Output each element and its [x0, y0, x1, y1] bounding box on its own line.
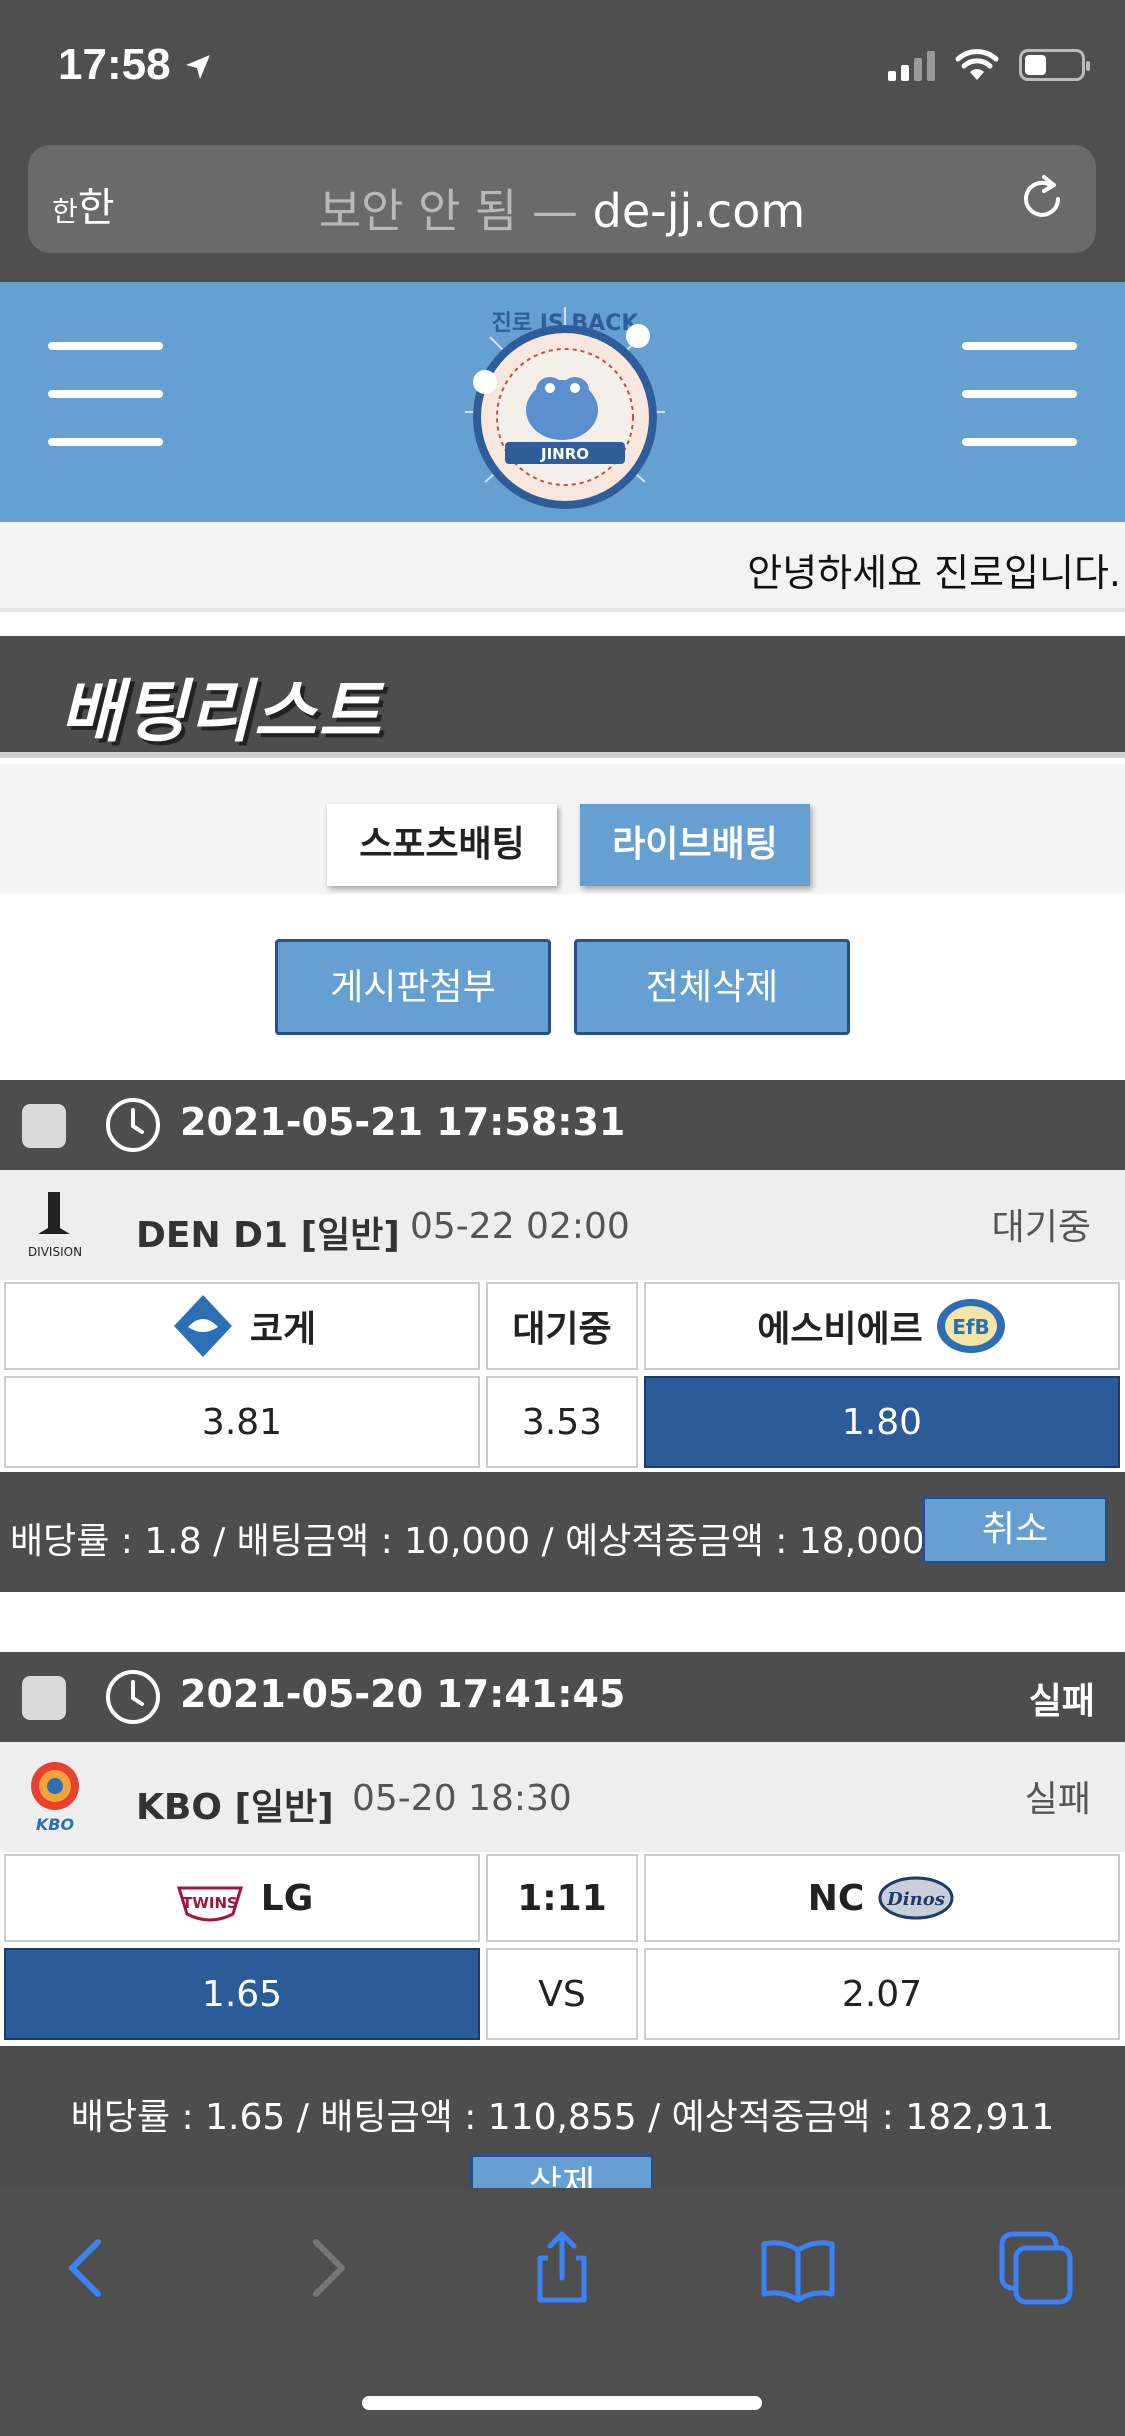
status-bar: 17:58 — [0, 0, 1125, 135]
page-title: 배팅리스트 — [60, 673, 383, 752]
bet-card-header: 2021-05-20 17:41:45 실패 — [0, 1652, 1125, 1742]
away-odds-button[interactable]: 2.07 — [644, 1948, 1120, 2040]
match-status-cell: 대기중 — [486, 1282, 638, 1370]
forward-icon — [313, 2239, 345, 2297]
delete-all-button[interactable]: 전체삭제 — [574, 939, 850, 1035]
home-odds-button[interactable]: 1.65 — [4, 1948, 480, 2040]
away-logo-text: EfB — [952, 1315, 990, 1339]
clock-time: 17:58 — [58, 40, 171, 89]
bet-datetime: 2021-05-20 17:41:45 — [180, 1672, 626, 1716]
clock-icon — [106, 1670, 160, 1724]
nc-dinos-logo-icon: Dinos — [878, 1876, 954, 1920]
battery-icon — [1019, 49, 1090, 81]
tab-sports-betting[interactable]: 스포츠배팅 — [327, 804, 557, 886]
bet-datetime: 2021-05-21 17:58:31 — [180, 1100, 626, 1144]
kbo-league-logo: KBO — [20, 1756, 90, 1836]
bet-type-tabs: 스포츠배팅 라이브배팅 — [0, 764, 1125, 894]
location-arrow-icon — [185, 55, 210, 80]
menu-right-icon[interactable] — [962, 342, 1077, 452]
status-indicators — [888, 48, 1090, 82]
away-team-cell: 에스비에르 EfB — [644, 1282, 1120, 1370]
league-name: DEN D1 [일반] — [136, 1206, 400, 1258]
league-label: DEN D1 — [136, 1215, 289, 1256]
lg-twins-logo-icon: TWINS — [176, 1886, 243, 1922]
bet-summary-row: 배당률 : 1.65 / 배팅금액 : 110,855 / 예상적중금액 : 1… — [0, 2046, 1125, 2188]
tabs-icon[interactable] — [996, 2228, 1076, 2308]
division-league-logo: DIVISION — [20, 1184, 90, 1264]
game-status: 실패 — [1024, 1779, 1091, 1820]
bet-summary-text: 배당률 : 1.65 / 배팅금액 : 110,855 / 예상적중금액 : 1… — [70, 2097, 1055, 2138]
url-display[interactable]: 보안 안 됨 — de-jj.com — [28, 175, 1096, 241]
game-info-row: KBO KBO [일반] 05-20 18:30 실패 — [0, 1742, 1125, 1852]
bet-kind: [일반] — [234, 1787, 334, 1828]
bet-kind: [일반] — [300, 1215, 400, 1256]
bet-summary-row: 배당률 : 1.8 / 배팅금액 : 10,000 / 예상적중금액 : 18,… — [0, 1472, 1125, 1592]
logo-top-text: 진로 IS BACK — [492, 311, 640, 336]
menu-left-icon[interactable] — [48, 342, 163, 452]
tab-live-betting[interactable]: 라이브배팅 — [580, 804, 810, 886]
card-spacer — [0, 1592, 1125, 1652]
league-name: KBO [일반] — [136, 1778, 334, 1830]
home-indicator — [362, 2396, 762, 2410]
attach-to-board-button[interactable]: 게시판첨부 — [275, 939, 551, 1035]
home-team-name: LG — [260, 1877, 314, 1919]
bet-select-checkbox[interactable] — [22, 1676, 66, 1720]
home-logo-text: TWINS — [182, 1894, 238, 1912]
site-header: JINRO 진로 IS BACK — [0, 282, 1125, 522]
away-team-name: 에스비에르 — [757, 1309, 923, 1350]
action-buttons: 게시판첨부 전체삭제 — [0, 894, 1125, 1080]
bet-summary-text: 배당률 : 1.8 / 배팅금액 : 10,000 / 예상적중금액 : 18,… — [10, 1521, 925, 1562]
away-logo-text: Dinos — [886, 1889, 945, 1910]
bet-status: 실패 — [1028, 1681, 1095, 1722]
bet-select-checkbox[interactable] — [22, 1104, 66, 1148]
game-time: 05-20 18:30 — [352, 1778, 572, 1819]
share-icon[interactable] — [522, 2228, 602, 2308]
away-team-name: NC — [807, 1877, 865, 1919]
home-team-cell: TWINS LG — [4, 1854, 480, 1942]
esbjerg-team-logo-icon: EfB — [936, 1299, 1005, 1353]
game-info-row: DIVISION DEN D1 [일반] 05-22 02:00 대기중 — [0, 1170, 1125, 1280]
cancel-bet-button[interactable]: 취소 — [922, 1496, 1108, 1564]
league-label: KBO — [136, 1787, 222, 1828]
reload-icon[interactable] — [1014, 171, 1070, 227]
kogle-team-logo-icon — [173, 1295, 232, 1357]
security-warning: 보안 안 됨 — — [318, 184, 578, 238]
domain-text: de-jj.com — [592, 184, 806, 238]
away-team-cell: NC Dinos — [644, 1854, 1120, 1942]
game-status: 대기중 — [991, 1207, 1091, 1248]
logo-band-text: JINRO — [540, 445, 589, 463]
back-icon[interactable] — [48, 2228, 128, 2308]
greeting-band: 안녕하세요 진로입니다. — [0, 522, 1125, 612]
league-logo-text: DIVISION — [28, 1245, 82, 1259]
logo-graphic: JINRO 진로 IS BACK — [465, 307, 665, 509]
away-odds-button[interactable]: 1.80 — [644, 1376, 1120, 1468]
address-bar[interactable]: 한한 보안 안 됨 — de-jj.com — [28, 145, 1096, 253]
home-odds-button[interactable]: 3.81 — [4, 1376, 480, 1468]
status-time: 17:58 — [58, 40, 213, 90]
game-time: 05-22 02:00 — [410, 1206, 630, 1247]
home-team-cell: 코게 — [4, 1282, 480, 1370]
browser-address-area: 한한 보안 안 됨 — de-jj.com — [0, 135, 1125, 282]
cellular-signal-icon — [888, 49, 935, 81]
jinro-logo[interactable]: JINRO 진로 IS BACK — [450, 302, 680, 517]
bet-card-header: 2021-05-21 17:58:31 — [0, 1080, 1125, 1170]
final-score-cell: 1:11 — [486, 1854, 638, 1942]
clock-icon — [106, 1098, 160, 1152]
bookmarks-icon[interactable] — [758, 2228, 838, 2308]
section-title-bar: 배팅리스트 — [0, 636, 1125, 758]
wifi-icon — [955, 49, 999, 80]
league-logo-text: KBO — [36, 1815, 75, 1834]
delete-bet-button[interactable]: 삭제 — [470, 2154, 654, 2188]
greeting-text: 안녕하세요 진로입니다. — [747, 551, 1121, 595]
draw-odds-button[interactable]: 3.53 — [486, 1376, 638, 1468]
versus-cell: VS — [486, 1948, 638, 2040]
home-team-name: 코게 — [249, 1309, 317, 1350]
